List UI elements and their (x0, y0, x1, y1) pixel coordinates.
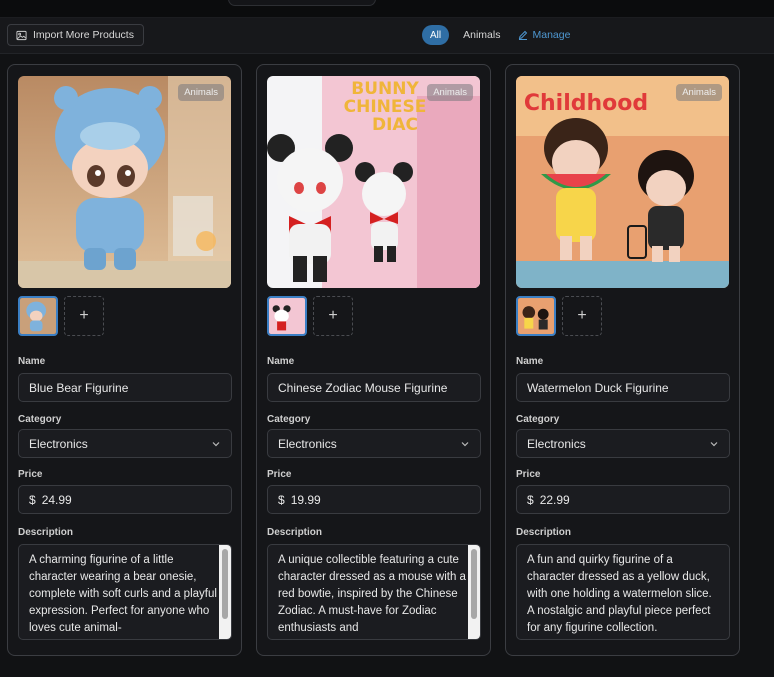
scrollbar-thumb[interactable] (471, 549, 477, 619)
description-text: A fun and quirky figurine of a character… (527, 554, 712, 634)
plus-icon: + (328, 307, 338, 324)
category-badge: Animals (178, 84, 224, 101)
category-value: Electronics (527, 436, 586, 451)
description-scrollbar[interactable] (468, 545, 480, 639)
add-image-button[interactable]: + (562, 296, 602, 336)
description-scrollbar[interactable] (219, 545, 231, 639)
import-products-label: Import More Products (33, 29, 134, 41)
name-value: Blue Bear Figurine (29, 380, 129, 395)
category-select[interactable]: Electronics (18, 429, 232, 458)
name-input[interactable]: Blue Bear Figurine (18, 373, 232, 402)
zodiac-mouse-figurine-photo: BUNNY CHINESE DIAC (267, 76, 480, 288)
blue-bear-thumbnail (20, 298, 56, 334)
price-label: Price (18, 469, 43, 480)
product-main-image[interactable]: Animals (18, 76, 231, 288)
image-icon (16, 30, 27, 40)
category-select[interactable]: Electronics (516, 429, 730, 458)
scrollbar-thumb[interactable] (222, 549, 228, 619)
product-card: Childhood Animals + Name Watermelon Duck… (505, 64, 740, 656)
name-label: Name (267, 356, 295, 367)
category-badge: Animals (427, 84, 473, 101)
price-input[interactable]: $ 19.99 (267, 485, 481, 514)
product-main-image[interactable]: BUNNY CHINESE DIAC Animals (267, 76, 480, 288)
description-label: Description (516, 527, 572, 538)
plus-icon: + (79, 307, 89, 324)
image-thumbnail-selected[interactable] (516, 296, 556, 336)
filter-all-tab[interactable]: All (422, 25, 450, 45)
category-filters: All Animals Manage (422, 24, 570, 46)
currency-symbol: $ (527, 492, 534, 507)
top-strip (0, 0, 774, 18)
category-select[interactable]: Electronics (267, 429, 481, 458)
product-main-image[interactable]: Childhood Animals (516, 76, 729, 288)
product-card: Animals + Name Blue Bear Figurine Catego… (7, 64, 242, 656)
image-thumbnails: + (516, 296, 602, 336)
top-search-pill[interactable] (228, 0, 376, 6)
name-input[interactable]: Chinese Zodiac Mouse Figurine (267, 373, 481, 402)
price-label: Price (516, 469, 541, 480)
price-input[interactable]: $ 22.99 (516, 485, 730, 514)
price-value: 22.99 (539, 492, 570, 507)
box-text: DIAC (372, 115, 418, 135)
scene-text: Childhood (524, 91, 648, 116)
price-value: 19.99 (290, 492, 321, 507)
name-input[interactable]: Watermelon Duck Figurine (516, 373, 730, 402)
filter-animals-tab[interactable]: Animals (463, 29, 500, 41)
image-thumbnails: + (18, 296, 104, 336)
toolbar: Import More Products All Animals Manage (0, 18, 774, 54)
category-label: Category (516, 414, 560, 425)
watermelon-duck-thumbnail (518, 298, 554, 334)
price-value: 24.99 (41, 492, 72, 507)
watermelon-duck-figurine-photo: Childhood (516, 76, 729, 288)
image-thumbnails: + (267, 296, 353, 336)
description-label: Description (18, 527, 74, 538)
product-card: BUNNY CHINESE DIAC Animals + Name Chines… (256, 64, 491, 656)
description-textarea[interactable]: A charming figurine of a little characte… (18, 544, 232, 640)
box-text: BUNNY (351, 79, 419, 99)
name-value: Watermelon Duck Figurine (527, 380, 669, 395)
category-badge: Animals (676, 84, 722, 101)
zodiac-mouse-thumbnail (269, 298, 305, 334)
price-input[interactable]: $ 24.99 (18, 485, 232, 514)
manage-categories-button[interactable]: Manage (518, 29, 570, 41)
name-label: Name (516, 356, 544, 367)
category-label: Category (18, 414, 62, 425)
price-label: Price (267, 469, 292, 480)
box-text: CHINESE (344, 97, 427, 117)
chevron-down-icon (710, 441, 718, 446)
currency-symbol: $ (29, 492, 36, 507)
chevron-down-icon (212, 441, 220, 446)
import-products-button[interactable]: Import More Products (7, 24, 144, 46)
add-image-button[interactable]: + (64, 296, 104, 336)
name-value: Chinese Zodiac Mouse Figurine (278, 380, 448, 395)
description-text: A charming figurine of a little characte… (29, 554, 217, 634)
add-image-button[interactable]: + (313, 296, 353, 336)
manage-label: Manage (532, 29, 571, 41)
description-textarea[interactable]: A unique collectible featuring a cute ch… (267, 544, 481, 640)
category-value: Electronics (29, 436, 88, 451)
description-textarea[interactable]: A fun and quirky figurine of a character… (516, 544, 730, 640)
description-label: Description (267, 527, 323, 538)
name-label: Name (18, 356, 46, 367)
category-value: Electronics (278, 436, 337, 451)
chevron-down-icon (461, 441, 469, 446)
category-label: Category (267, 414, 311, 425)
image-thumbnail-selected[interactable] (18, 296, 58, 336)
blue-bear-figurine-photo (18, 76, 231, 288)
image-thumbnail-selected[interactable] (267, 296, 307, 336)
pencil-icon (519, 30, 528, 40)
description-text: A unique collectible featuring a cute ch… (278, 554, 466, 634)
plus-icon: + (577, 307, 587, 324)
currency-symbol: $ (278, 492, 285, 507)
